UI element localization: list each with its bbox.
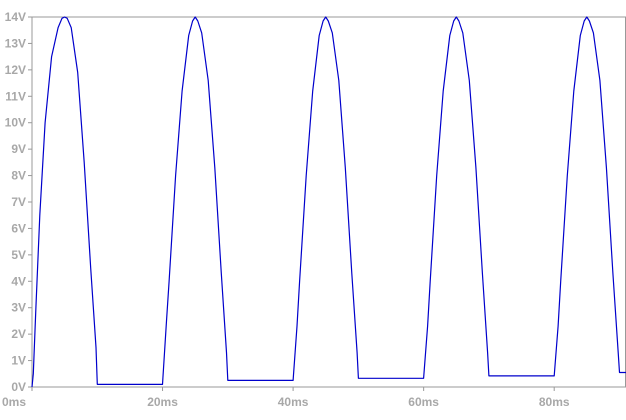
plot-canvas: 0V 1V 2V 3V 4V 5V 6V 7V 8V 9V 10V 11V 12V 13V 14V 0ms 20…	[0, 0, 626, 415]
y-tick-label: 0V	[11, 380, 26, 394]
y-tick-label: 2V	[11, 327, 26, 341]
y-tick-label: 6V	[11, 221, 26, 235]
y-tick-label: 9V	[11, 142, 26, 156]
y-tick-label: 5V	[11, 248, 26, 262]
y-tick-label: 8V	[11, 169, 26, 183]
y-tick-label: 7V	[11, 195, 26, 209]
voltage-plot: 0V 1V 2V 3V 4V 5V 6V 7V 8V 9V 10V 11V 12V 13V 14V 0ms 20…	[0, 0, 626, 415]
x-tick-label: 40ms	[278, 395, 309, 409]
y-tick-label: 12V	[5, 63, 26, 77]
y-tick-label: 11V	[5, 89, 26, 103]
x-tick-label: 20ms	[147, 395, 178, 409]
y-tick-label: 4V	[11, 274, 26, 288]
x-tick-label: 80ms	[539, 395, 570, 409]
y-tick-label: 13V	[5, 36, 26, 50]
y-tick-label: 3V	[11, 301, 26, 315]
y-tick-label: 10V	[5, 116, 26, 130]
x-tick-label: 0ms	[2, 395, 26, 409]
y-tick-label: 1V	[11, 354, 26, 368]
plot-background	[0, 0, 626, 415]
y-tick-label: 14V	[5, 10, 26, 24]
x-tick-label: 60ms	[408, 395, 439, 409]
